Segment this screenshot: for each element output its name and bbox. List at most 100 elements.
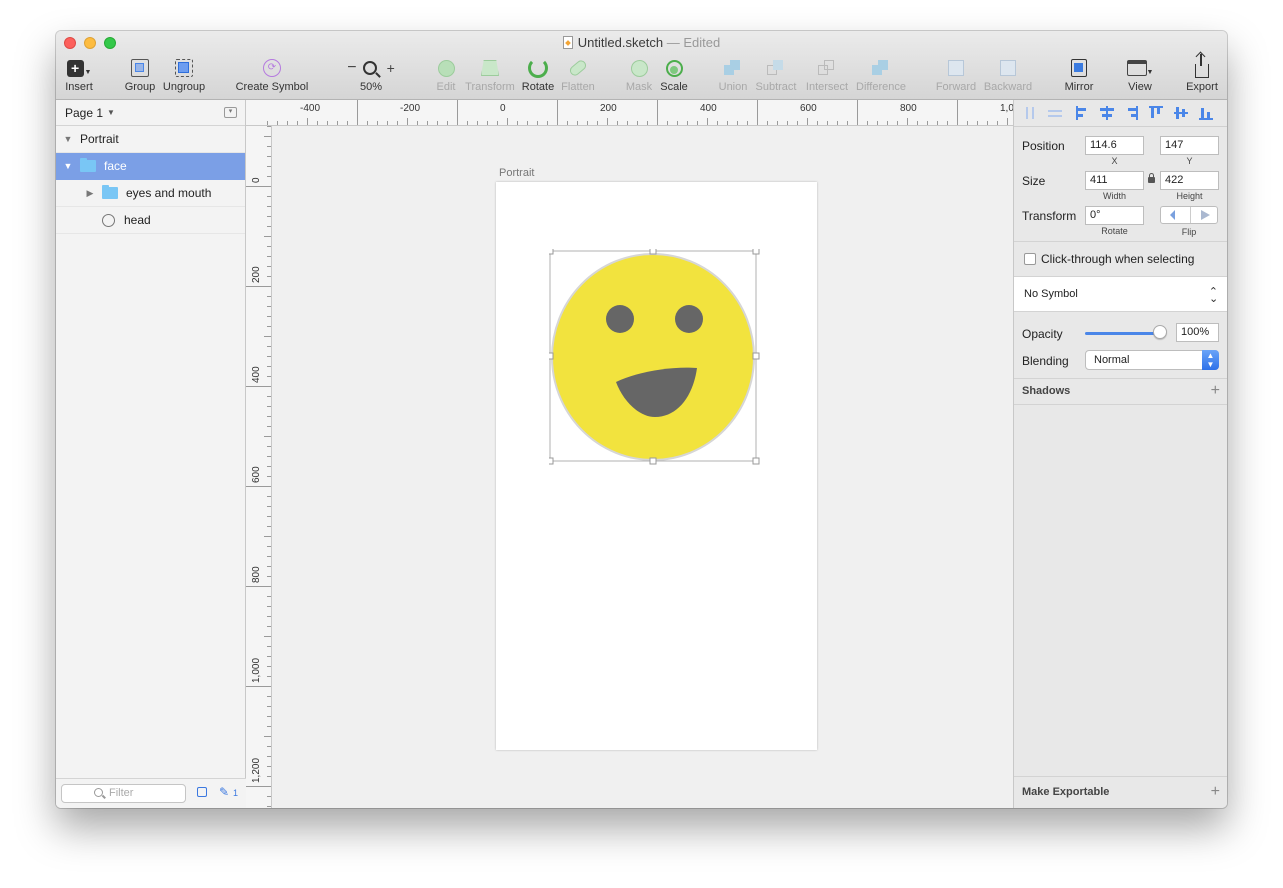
flip-horizontal-icon bbox=[1170, 210, 1175, 220]
ruler-label: 600 bbox=[800, 103, 817, 114]
make-exportable-label: Make Exportable bbox=[1022, 786, 1110, 798]
disclosure-open-icon[interactable]: ▼ bbox=[61, 161, 75, 171]
ruler-tick bbox=[857, 100, 858, 125]
flip-label: Flip bbox=[1181, 227, 1197, 237]
ruler-tick bbox=[264, 236, 271, 237]
mirror-button[interactable]: Mirror bbox=[1061, 56, 1097, 93]
face-group[interactable] bbox=[549, 249, 765, 469]
union-icon bbox=[716, 56, 750, 80]
symbol-select[interactable]: No Symbol ⌃ ⌃ bbox=[1014, 276, 1227, 312]
canvas[interactable]: Portrait bbox=[272, 126, 1013, 808]
difference-button[interactable]: Difference bbox=[854, 56, 908, 93]
position-y-field[interactable]: 147 bbox=[1160, 136, 1219, 155]
align-left-icon[interactable] bbox=[1070, 105, 1095, 121]
resize-handle-top-right[interactable] bbox=[752, 249, 760, 255]
pages-toggle-icon[interactable] bbox=[197, 787, 207, 797]
ruler-label: -400 bbox=[300, 103, 321, 114]
layer-row-eyes-and-mouth[interactable]: ▶ eyes and mouth bbox=[56, 180, 245, 207]
click-through-checkbox[interactable] bbox=[1024, 253, 1036, 265]
create-symbol-button[interactable]: ⟳ Create Symbol bbox=[234, 56, 310, 93]
height-label: Height bbox=[1176, 191, 1203, 201]
layer-row-face[interactable]: ▼ face bbox=[56, 153, 245, 180]
head-oval[interactable] bbox=[551, 253, 755, 461]
disclosure-closed-icon[interactable]: ▶ bbox=[83, 188, 97, 199]
resize-handle-bottom-left[interactable] bbox=[549, 457, 554, 465]
add-shadow-icon[interactable]: + bbox=[1211, 378, 1220, 404]
resize-handle-top-left[interactable] bbox=[549, 249, 554, 255]
artboard-title[interactable]: Portrait bbox=[499, 167, 534, 179]
align-vertical-center-icon[interactable] bbox=[1170, 105, 1195, 121]
resize-handle-bottom[interactable] bbox=[649, 457, 657, 465]
subtract-button[interactable]: Subtract bbox=[753, 56, 799, 93]
slice-icon[interactable]: ✎ bbox=[219, 785, 229, 799]
resize-handle-left[interactable] bbox=[549, 352, 554, 360]
forward-button[interactable]: Forward bbox=[934, 56, 978, 93]
right-eye[interactable] bbox=[675, 305, 703, 333]
opacity-slider-track[interactable] bbox=[1085, 332, 1159, 335]
align-top-icon[interactable] bbox=[1145, 105, 1170, 121]
insert-button[interactable]: + ▼ Insert bbox=[64, 56, 94, 93]
position-x-field[interactable]: 114.6 bbox=[1085, 136, 1144, 155]
rotate-button[interactable]: Rotate bbox=[519, 56, 557, 93]
ruler-label: -200 bbox=[400, 103, 421, 114]
ruler-tick bbox=[557, 100, 558, 125]
view-button[interactable]: ▼ View bbox=[1124, 56, 1156, 93]
horizontal-ruler[interactable]: -400 -200 0 200 400 600 800 1,0 bbox=[246, 100, 1013, 126]
filter-input[interactable]: Filter bbox=[61, 784, 186, 803]
export-button[interactable]: Export bbox=[1184, 51, 1220, 93]
edit-button[interactable]: Edit bbox=[431, 56, 461, 93]
zoom-in-button[interactable]: + bbox=[387, 60, 395, 76]
distribute-horizontal-icon[interactable] bbox=[1020, 105, 1045, 121]
layer-label: head bbox=[124, 213, 151, 227]
flip-vertical-button[interactable] bbox=[1190, 207, 1218, 223]
divider bbox=[1014, 404, 1227, 405]
resize-handle-top[interactable] bbox=[649, 249, 657, 255]
flip-horizontal-button[interactable] bbox=[1161, 207, 1189, 223]
intersect-button[interactable]: Intersect bbox=[803, 56, 851, 93]
transform-button[interactable]: Transform bbox=[464, 56, 516, 93]
left-eye[interactable] bbox=[606, 305, 634, 333]
ruler-tick bbox=[907, 118, 908, 125]
group-button[interactable]: Group bbox=[122, 56, 158, 93]
align-bottom-icon[interactable] bbox=[1195, 105, 1220, 121]
disclosure-open-icon[interactable]: ▼ bbox=[61, 134, 75, 144]
rotate-field[interactable]: 0° bbox=[1085, 206, 1144, 225]
layers-footer: Filter ✎ 1 bbox=[56, 778, 246, 808]
page-selector[interactable]: Page 1 ▼ ▾ bbox=[56, 100, 245, 126]
vertical-ruler[interactable]: 0 200 400 600 800 1,000 1,200 bbox=[246, 126, 272, 808]
ruler-tick bbox=[264, 536, 271, 537]
zoom-out-button[interactable]: − bbox=[347, 59, 356, 77]
shadows-section-header[interactable]: Shadows + bbox=[1014, 378, 1227, 404]
lock-icon[interactable] bbox=[1148, 173, 1155, 183]
export-icon bbox=[1184, 51, 1220, 80]
layer-row-head[interactable]: head bbox=[56, 207, 245, 234]
flatten-button[interactable]: Flatten bbox=[558, 56, 598, 93]
align-horizontal-center-icon[interactable] bbox=[1095, 105, 1120, 121]
collapse-pages-icon[interactable]: ▾ bbox=[224, 107, 237, 118]
view-icon: ▼ bbox=[1124, 56, 1156, 80]
backward-button[interactable]: Backward bbox=[982, 56, 1034, 93]
resize-handle-bottom-right[interactable] bbox=[752, 457, 760, 465]
resize-handle-right[interactable] bbox=[752, 352, 760, 360]
ruler-label: 800 bbox=[251, 566, 262, 583]
opacity-field[interactable]: 100% bbox=[1176, 323, 1219, 342]
width-field[interactable]: 411 bbox=[1085, 171, 1144, 190]
scale-button[interactable]: Scale bbox=[658, 56, 690, 93]
document-name: Untitled.sketch bbox=[577, 35, 664, 50]
toolbar: Untitled.sketch — Edited + ▼ Insert Group… bbox=[56, 31, 1227, 100]
zoom-icons: − + bbox=[341, 56, 401, 80]
make-exportable-section[interactable]: Make Exportable + bbox=[1014, 777, 1227, 807]
distribute-vertical-icon[interactable] bbox=[1045, 105, 1070, 121]
union-button[interactable]: Union bbox=[716, 56, 750, 93]
align-right-icon[interactable] bbox=[1120, 105, 1145, 121]
height-field[interactable]: 422 bbox=[1160, 171, 1219, 190]
insert-label: Insert bbox=[65, 81, 93, 93]
layer-row-portrait[interactable]: ▼ Portrait bbox=[56, 126, 245, 153]
blending-select[interactable]: Normal ▲ ▼ bbox=[1085, 350, 1219, 370]
ruler-tick bbox=[264, 136, 271, 137]
add-export-icon[interactable]: + bbox=[1211, 777, 1220, 807]
ungroup-button[interactable]: Ungroup bbox=[160, 56, 208, 93]
opacity-slider-knob[interactable] bbox=[1153, 325, 1167, 339]
mask-button[interactable]: Mask bbox=[623, 56, 655, 93]
size-label: Size bbox=[1022, 174, 1046, 188]
